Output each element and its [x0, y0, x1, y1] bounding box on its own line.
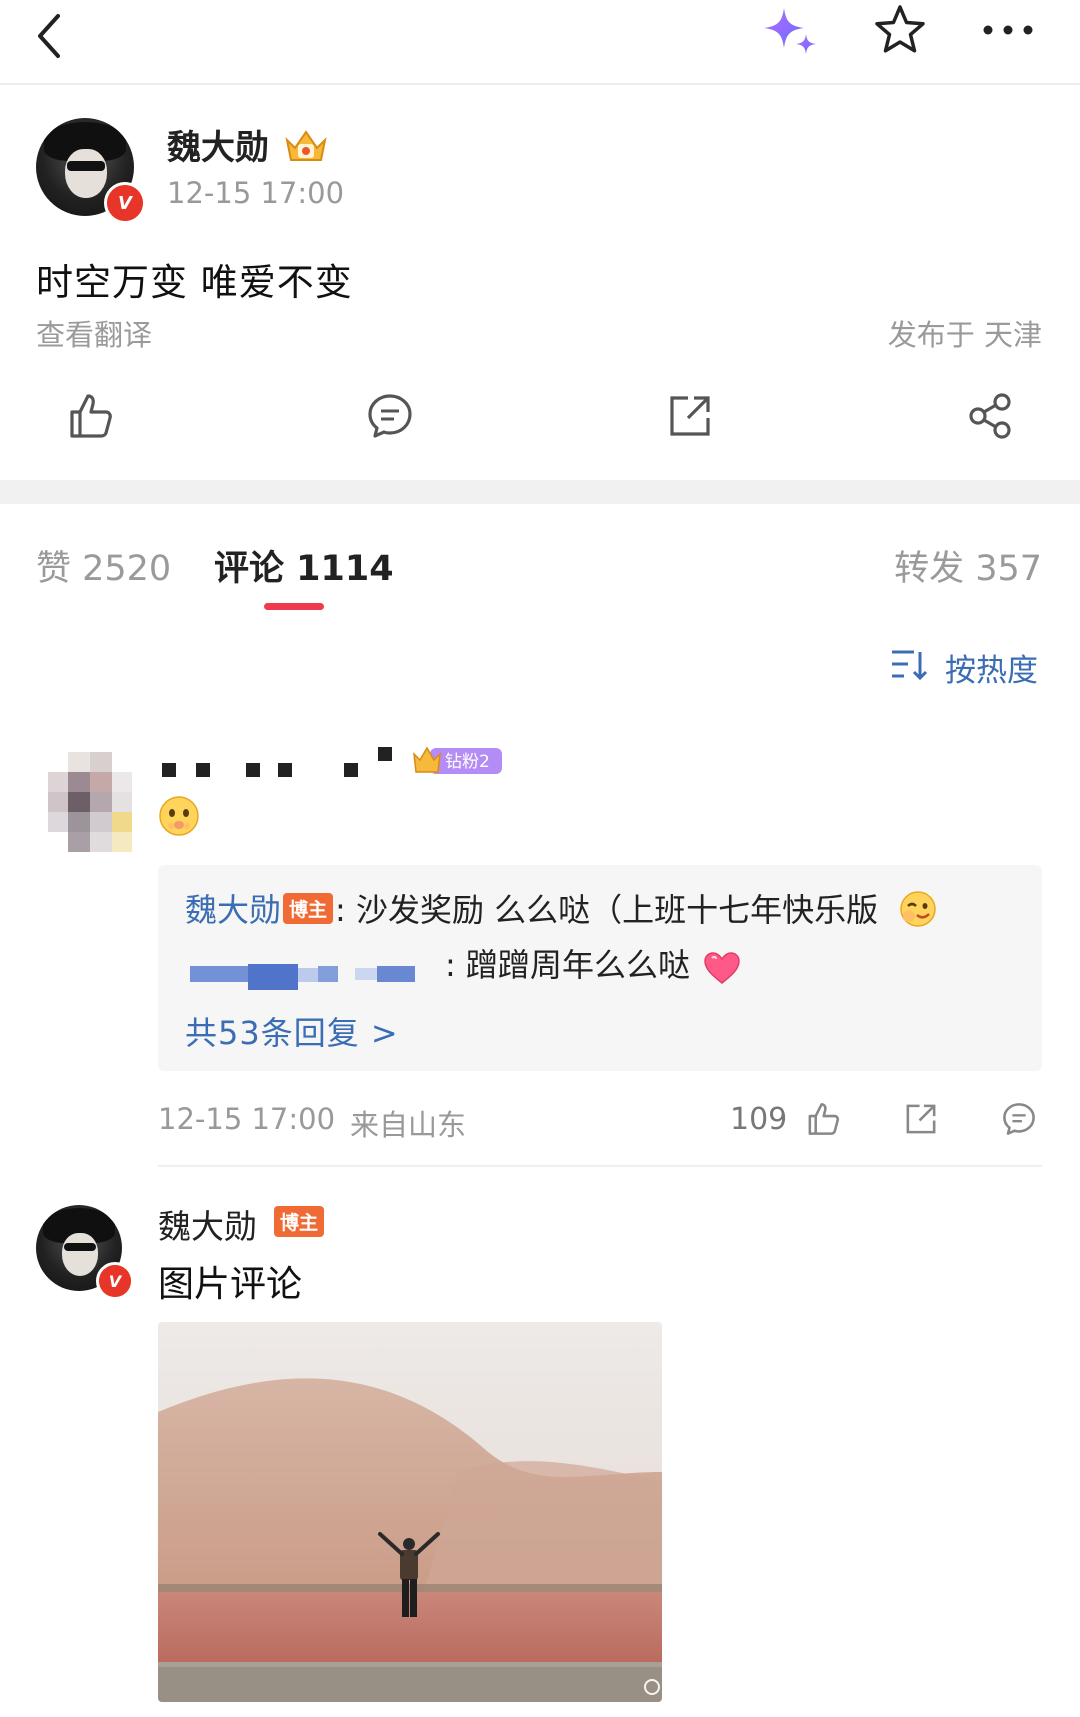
commenter-name-obscured[interactable] [160, 745, 400, 785]
comment2-blogger-tag: 博主 [274, 1206, 325, 1237]
fan-level-badge: 钻粉2 [412, 742, 504, 778]
reply-author-name[interactable]: 魏大勋 [185, 891, 281, 929]
shy-face-emoji-icon [158, 795, 200, 837]
comment-like-count: 109 [730, 1102, 788, 1137]
comment-reply-icon[interactable] [1000, 1100, 1038, 1138]
active-tab-indicator [264, 603, 324, 610]
more-icon[interactable] [980, 10, 1036, 50]
verified-badge-icon: V [104, 182, 146, 224]
reply-author-obscured[interactable] [190, 958, 445, 994]
reply-text-2: : 蹭蹭周年么么哒 [445, 946, 690, 984]
crown-icon [283, 126, 329, 166]
translate-link[interactable]: 查看翻译 [36, 312, 152, 354]
author-name[interactable]: 魏大勋 [167, 120, 269, 169]
sort-icon[interactable] [890, 648, 928, 682]
post-location: 发布于 天津 [887, 318, 1042, 352]
repost-icon[interactable] [664, 390, 716, 442]
fan-badge-label: 钻粉2 [445, 752, 490, 772]
comment-repost-icon[interactable] [902, 1100, 940, 1138]
comment-time: 12-15 17:00 [158, 1102, 336, 1136]
blogger-tag: 博主 [283, 893, 334, 924]
comment-like-icon[interactable] [804, 1100, 842, 1138]
comment2-verified-badge-icon: V [96, 1262, 134, 1300]
comment2-author-name[interactable]: 魏大勋 [158, 1200, 257, 1248]
view-all-replies-link[interactable]: 共53条回复 > [185, 1008, 399, 1054]
wink-emoji-icon [899, 890, 937, 928]
comment-icon[interactable] [364, 390, 416, 442]
sort-by-hot-button[interactable]: 按热度 [945, 645, 1038, 690]
reply-item-author[interactable]: 魏大勋 博主: 沙发奖励 么么哒（上班十七年快乐版） [185, 885, 952, 931]
comment-photo[interactable] [158, 1322, 662, 1702]
reply-text: : 沙发奖励 么么哒（上班十七年快乐版 [335, 891, 879, 929]
post-time: 12-15 17:00 [167, 176, 345, 210]
star-icon[interactable] [872, 2, 928, 58]
comment-source: 来自山东 [350, 1108, 467, 1142]
comment2-text: 图片评论 [158, 1264, 303, 1305]
tab-reposts[interactable]: 转发 357 [894, 540, 1042, 591]
sparkle-icon[interactable] [760, 4, 826, 60]
like-icon[interactable] [64, 390, 116, 442]
commenter-avatar[interactable] [48, 752, 132, 852]
share-icon[interactable] [964, 390, 1016, 442]
heart-icon [702, 950, 742, 986]
back-icon[interactable] [30, 8, 70, 60]
section-divider [0, 480, 1080, 504]
reply-item-2[interactable]: : 蹭蹭周年么么哒 [445, 940, 690, 986]
post-text: 时空万变 唯爱不变 [36, 261, 353, 304]
comment-divider [158, 1165, 1042, 1167]
tab-likes[interactable]: 赞 2520 [36, 540, 171, 591]
tab-comments[interactable]: 评论 1114 [214, 540, 394, 591]
